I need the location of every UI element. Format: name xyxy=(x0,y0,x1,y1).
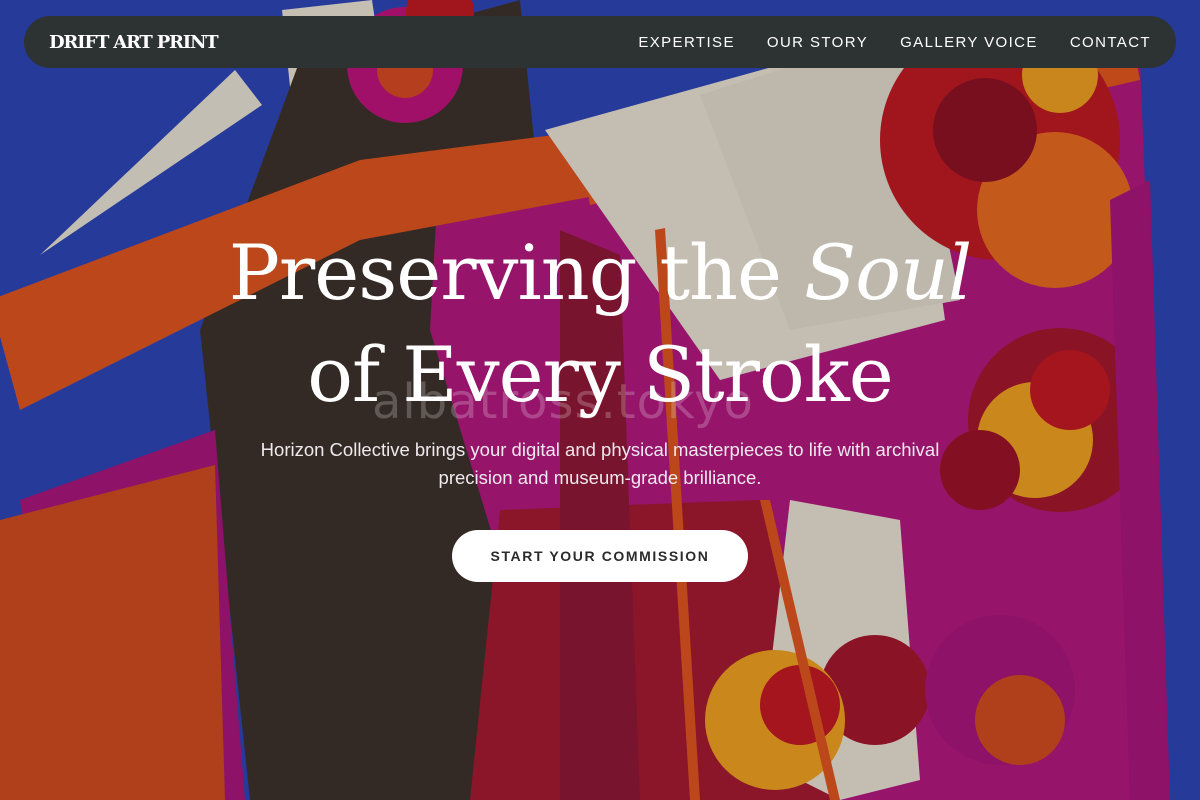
nav-link-contact[interactable]: CONTACT xyxy=(1070,34,1151,51)
nav-links: EXPERTISE OUR STORY GALLERY VOICE CONTAC… xyxy=(638,34,1151,51)
hero-subtitle: Horizon Collective brings your digital a… xyxy=(260,439,940,488)
landing-page: albatross.tokyo DRIFT ART PRINT EXPERTIS… xyxy=(0,0,1200,800)
hero-title-line-1: Preserving the Soul xyxy=(0,222,1200,324)
hero-title: Preserving the Soul of Every Stroke xyxy=(0,222,1200,426)
start-commission-button[interactable]: START YOUR COMMISSION xyxy=(452,530,748,582)
nav-link-gallery-voice[interactable]: GALLERY VOICE xyxy=(900,34,1038,51)
brand-logo[interactable]: DRIFT ART PRINT xyxy=(49,32,219,53)
hero-title-part-1: Preserving the xyxy=(228,228,782,317)
hero-title-line-2: of Every Stroke xyxy=(307,330,894,419)
hero-title-emphasis: Soul xyxy=(804,228,972,317)
nav-link-expertise[interactable]: EXPERTISE xyxy=(638,34,735,51)
nav-link-our-story[interactable]: OUR STORY xyxy=(767,34,868,51)
top-navbar: DRIFT ART PRINT EXPERTISE OUR STORY GALL… xyxy=(24,16,1176,68)
